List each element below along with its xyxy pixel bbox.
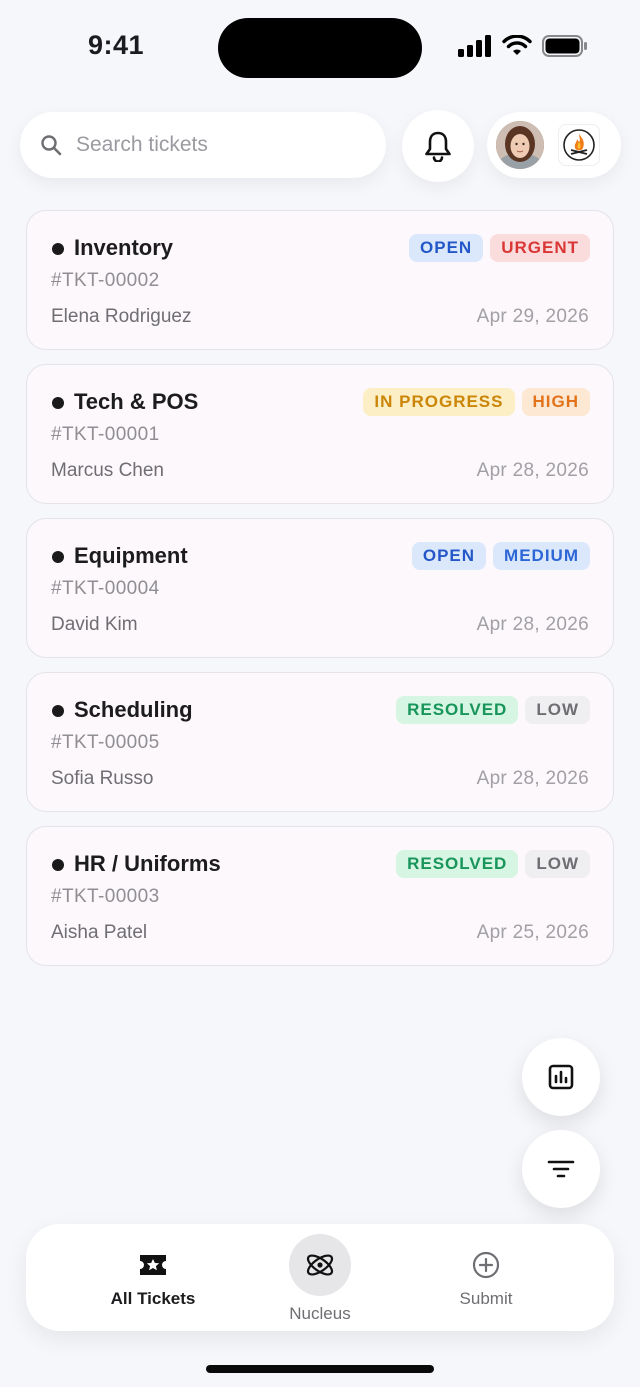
search-icon	[41, 135, 62, 156]
ticket-id: #TKT-00004	[51, 578, 160, 599]
ticket-category: Equipment	[74, 543, 188, 568]
nav-all-tickets-label: All Tickets	[110, 1289, 196, 1308]
nucleus-circle	[289, 1234, 351, 1296]
ticket-id: #TKT-00003	[51, 886, 160, 907]
ticket-card[interactable]: Scheduling RESOLVED LOW #TKT-00005 Sofia…	[26, 672, 614, 812]
notifications-button[interactable]	[402, 110, 474, 182]
home-indicator	[206, 1365, 434, 1373]
ticket-category: Tech & POS	[74, 389, 199, 414]
ticket-badges: OPEN URGENT	[409, 234, 590, 262]
ticket-date: Apr 29, 2026	[476, 306, 589, 327]
stats-button[interactable]	[522, 1038, 600, 1116]
nav-nucleus[interactable]: Nucleus	[240, 1224, 400, 1331]
nav-all-tickets[interactable]: All Tickets	[73, 1224, 233, 1331]
priority-badge: LOW	[525, 850, 590, 878]
ticket-badges: IN PROGRESS HIGH	[363, 388, 590, 416]
atom-icon	[306, 1254, 334, 1276]
ticket-card[interactable]: Equipment OPEN MEDIUM #TKT-00004 David K…	[26, 518, 614, 658]
campfire-logo-icon	[563, 129, 595, 161]
ticket-assignee: Marcus Chen	[51, 460, 164, 481]
nav-submit[interactable]: Submit	[406, 1224, 566, 1331]
ticket-badges: RESOLVED LOW	[396, 850, 590, 878]
dynamic-island	[218, 18, 422, 78]
priority-badge: HIGH	[521, 388, 590, 416]
priority-badge: MEDIUM	[493, 542, 590, 570]
nav-nucleus-label: Nucleus	[289, 1304, 351, 1323]
battery-icon	[542, 35, 587, 57]
ticket-date: Apr 28, 2026	[476, 460, 589, 481]
stats-icon	[548, 1064, 574, 1090]
ticket-badges: RESOLVED LOW	[396, 696, 590, 724]
bell-icon	[425, 131, 451, 162]
filter-button[interactable]	[522, 1130, 600, 1208]
ticket-card[interactable]: Inventory OPEN URGENT #TKT-00002 Elena R…	[26, 210, 614, 350]
bullet-dot	[52, 397, 64, 409]
plus-circle-icon	[472, 1251, 500, 1279]
bullet-dot	[52, 705, 64, 717]
wifi-icon	[502, 35, 532, 55]
ticket-assignee: Aisha Patel	[51, 922, 148, 943]
ticket-card[interactable]: HR / Uniforms RESOLVED LOW #TKT-00003 Ai…	[26, 826, 614, 966]
ticket-assignee: Elena Rodriguez	[51, 306, 192, 327]
ticket-date: Apr 25, 2026	[476, 922, 589, 943]
ticket-category: Scheduling	[74, 697, 193, 722]
ticket-id: #TKT-00005	[51, 732, 160, 753]
nav-submit-label: Submit	[459, 1289, 513, 1308]
profile-switcher[interactable]	[487, 112, 621, 178]
ticket-id: #TKT-00001	[51, 424, 160, 445]
status-badge: OPEN	[409, 234, 484, 262]
ticket-category: HR / Uniforms	[74, 851, 221, 876]
cellular-signal-icon	[458, 35, 491, 57]
avatar[interactable]	[496, 121, 544, 169]
ticket-id: #TKT-00002	[51, 270, 160, 291]
ticket-card[interactable]: Tech & POS IN PROGRESS HIGH #TKT-00001 M…	[26, 364, 614, 504]
ticket-assignee: David Kim	[51, 614, 138, 635]
status-badge: RESOLVED	[396, 696, 519, 724]
org-logo[interactable]	[558, 124, 600, 166]
app-screen: 9:41 Search tickets Inventory OPEN URGEN…	[0, 0, 640, 1387]
ticket-badges: OPEN MEDIUM	[411, 542, 590, 570]
status-badge: RESOLVED	[396, 850, 519, 878]
bullet-dot	[52, 243, 64, 255]
ticket-date: Apr 28, 2026	[476, 768, 589, 789]
search-input[interactable]	[76, 133, 356, 157]
filter-icon	[547, 1160, 575, 1178]
ticket-star-icon	[140, 1255, 166, 1275]
status-time: 9:41	[88, 30, 145, 60]
status-badge: OPEN	[411, 542, 487, 570]
ticket-list: Inventory OPEN URGENT #TKT-00002 Elena R…	[26, 210, 614, 980]
bottom-nav: All Tickets Nucleus Submit	[26, 1224, 614, 1331]
status-icons	[458, 35, 588, 57]
bullet-dot	[52, 859, 64, 871]
priority-badge: URGENT	[490, 234, 590, 262]
status-badge: IN PROGRESS	[363, 388, 515, 416]
ticket-assignee: Sofia Russo	[51, 768, 154, 789]
priority-badge: LOW	[525, 696, 590, 724]
ticket-date: Apr 28, 2026	[476, 614, 589, 635]
ticket-category: Inventory	[74, 235, 174, 260]
bullet-dot	[52, 551, 64, 563]
search-bar[interactable]	[20, 112, 386, 178]
